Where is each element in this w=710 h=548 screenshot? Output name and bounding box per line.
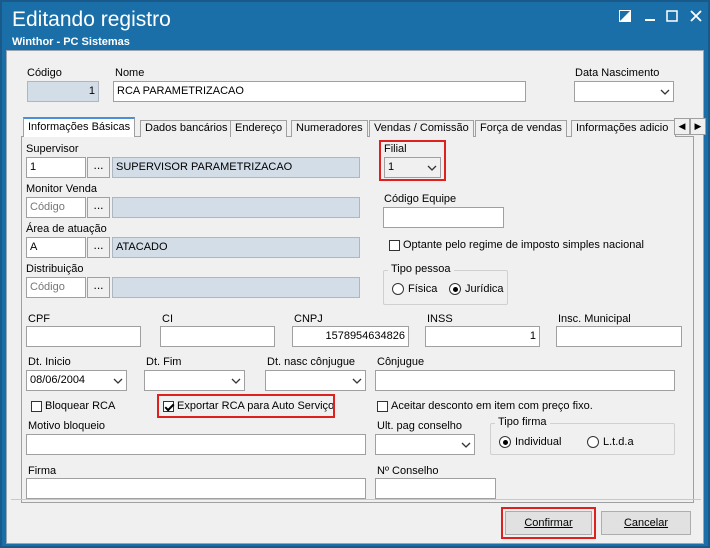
dt-nasc-conjugue-field[interactable] [265,370,366,391]
tipo-pessoa-label: Tipo pessoa [388,263,454,275]
ult-pag-conselho-field[interactable] [375,434,475,455]
chevron-down-icon [352,378,362,384]
tab-strip: Informações Básicas Dados bancários Ende… [21,117,706,138]
cnpj-label: CNPJ [294,313,323,325]
nome-label: Nome [115,67,145,79]
distribuicao-lookup-button[interactable]: ... [87,277,110,298]
n-conselho-field[interactable] [375,478,496,499]
tab-informacoes-basicas[interactable]: Informações Básicas [23,117,136,138]
bloquear-rca-label: Bloquear RCA [45,400,116,412]
individual-label: Individual [515,436,562,448]
dt-fim-label: Dt. Fim [146,356,182,368]
tab-endereco[interactable]: Endereço [230,120,288,137]
area-atuacao-name-field: ATACADO [112,237,360,258]
bloquear-rca-checkbox[interactable] [31,401,42,412]
area-atuacao-lookup-button[interactable]: ... [87,237,110,258]
supervisor-code-field[interactable]: 1 [26,157,86,178]
minimize-icon[interactable] [642,10,658,26]
optante-checkbox[interactable] [389,240,400,251]
chevron-down-icon [113,378,123,384]
data-nascimento-label: Data Nascimento [575,67,660,79]
tab-scroll-right-icon[interactable]: ▶ [690,118,706,135]
dialog-body: Código 1 Nome RCA PARAMETRIZACAO Data Na… [6,50,706,544]
cancelar-label: Cancelar [623,517,669,529]
monitor-venda-label: Monitor Venda [26,183,97,195]
monitor-venda-name-field [112,197,360,218]
area-atuacao-code-field[interactable]: A [26,237,86,258]
restore-layout-icon[interactable] [617,10,633,26]
close-icon[interactable] [688,10,704,26]
conjugue-field[interactable] [375,370,675,391]
tab-panel-informacoes-basicas: Supervisor 1 ... SUPERVISOR PARAMETRIZAC… [21,137,694,503]
individual-radio[interactable] [499,436,511,448]
tab-vendas-comissao[interactable]: Vendas / Comissão [369,120,474,137]
dt-inicio-label: Dt. Inicio [28,356,71,368]
aceitar-desconto-label: Aceitar desconto em item com preço fixo. [391,400,593,412]
supervisor-name-field: SUPERVISOR PARAMETRIZACAO [112,157,360,178]
title-bar: Editando registro Winthor - PC Sistemas [2,2,708,50]
tab-scroll-left-icon[interactable]: ◀ [674,118,690,135]
tipo-firma-label: Tipo firma [495,416,550,428]
inss-field[interactable]: 1 [425,326,540,347]
supervisor-lookup-button[interactable]: ... [87,157,110,178]
motivo-bloqueio-field[interactable] [26,434,366,455]
dt-inicio-field[interactable]: 08/06/2004 [26,370,127,391]
chevron-down-icon [461,442,471,448]
firma-field[interactable] [26,478,366,499]
motivo-bloqueio-label: Motivo bloqueio [28,420,106,432]
cancelar-button[interactable]: Cancelar [601,511,691,535]
dialog-window: Editando registro Winthor - PC Sistemas … [0,0,710,548]
codigo-label: Código [27,67,62,79]
filial-highlight [379,140,446,181]
maximize-icon[interactable] [664,10,680,26]
distribuicao-name-field [112,277,360,298]
area-atuacao-label: Área de atuação [26,223,107,235]
ult-pag-conselho-label: Ult. pag conselho [377,420,462,432]
cpf-label: CPF [28,313,50,325]
nome-field[interactable]: RCA PARAMETRIZACAO [113,81,526,102]
distribuicao-code-field[interactable]: Código [26,277,86,298]
n-conselho-label: Nº Conselho [377,465,439,477]
dt-fim-field[interactable] [144,370,245,391]
codigo-equipe-field[interactable] [383,207,504,228]
exportar-rca-highlight [157,394,335,418]
firma-label: Firma [28,465,57,477]
window-title: Editando registro [12,8,171,31]
dt-inicio-value: 08/06/2004 [30,374,86,386]
confirmar-highlight [501,507,596,539]
insc-municipal-field[interactable] [556,326,682,347]
codigo-field[interactable]: 1 [27,81,99,102]
codigo-equipe-label: Código Equipe [384,193,457,205]
supervisor-label: Supervisor [26,143,79,155]
inss-label: INSS [427,313,453,325]
ci-field[interactable] [160,326,275,347]
ltda-label: L.t.d.a [603,436,634,448]
monitor-venda-lookup-button[interactable]: ... [87,197,110,218]
optante-label: Optante pelo regime de imposto simples n… [403,239,644,251]
cnpj-field[interactable]: 1578954634826 [292,326,409,347]
insc-municipal-label: Insc. Municipal [558,313,631,325]
aceitar-desconto-checkbox[interactable] [377,401,388,412]
juridica-label: Jurídica [465,283,504,295]
tab-informacoes-adicionais[interactable]: Informações adicio [571,120,676,137]
fisica-label: Física [408,283,438,295]
window-subtitle: Winthor - PC Sistemas [12,36,130,48]
chevron-down-icon [231,378,241,384]
ltda-radio[interactable] [587,436,599,448]
juridica-radio[interactable] [449,283,461,295]
tab-forca-de-vendas[interactable]: Força de vendas [475,120,567,137]
footer-divider [11,499,701,500]
ci-label: CI [162,313,173,325]
fisica-radio[interactable] [392,283,404,295]
data-nascimento-field[interactable] [574,81,674,102]
conjugue-label: Cônjugue [377,356,425,368]
cpf-field[interactable] [26,326,141,347]
chevron-down-icon [660,89,670,95]
tab-dados-bancarios[interactable]: Dados bancários [140,120,233,137]
distribuicao-label: Distribuição [26,263,84,275]
tab-numeradores[interactable]: Numeradores [291,120,368,137]
dt-nasc-conjugue-label: Dt. nasc cônjugue [267,356,356,368]
monitor-venda-code-field[interactable]: Código [26,197,86,218]
